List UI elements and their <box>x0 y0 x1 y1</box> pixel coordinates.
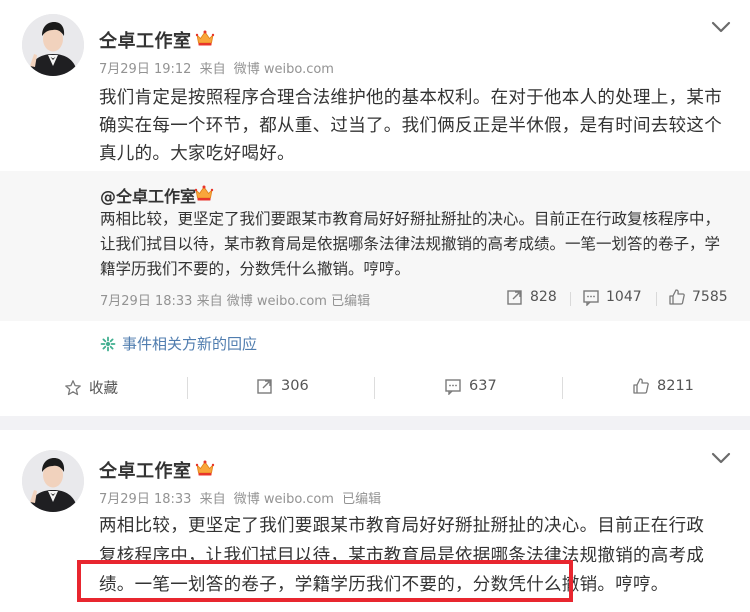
post-time[interactable]: 7月29日 19:12 <box>99 62 191 77</box>
post-meta: 7月29日 19:12 来自 微博 weibo.com <box>99 58 338 77</box>
vip-crown-icon <box>194 28 216 48</box>
post-source: 微博 weibo.com <box>233 492 334 507</box>
post-text: 我们肯定是按照程序合理合法维护他的基本权利。在对于他本人的处理上，某市确实在每一… <box>99 88 722 164</box>
weibo-post-1: 仝卓工作室 7月29日 19:12 来自 微博 weibo.com 我们肯定是按… <box>0 0 750 416</box>
comment-button[interactable]: 637 <box>444 377 497 395</box>
quoted-text: 两相比较，更坚定了我们要跟某市教育局好好掰扯掰扯的决心。目前正在行政复核程序中，… <box>100 210 721 278</box>
quoted-comment-button[interactable]: 1047 <box>582 288 642 306</box>
divider <box>562 377 563 399</box>
event-link-label: 事件相关方新的回应 <box>122 335 258 353</box>
post-time[interactable]: 7月29日 18:33 <box>99 492 191 507</box>
quoted-source: 微博 weibo.com <box>226 294 327 309</box>
quoted-repost-button[interactable]: 828 <box>506 288 557 306</box>
repost-icon <box>507 290 522 305</box>
quoted-post[interactable]: @仝卓工作室 两相比较，更坚定了我们要跟某市教育局好好掰扯掰扯的决心。目前正在行… <box>0 171 750 321</box>
divider <box>374 377 375 399</box>
post-source: 微博 weibo.com <box>233 62 334 77</box>
comment-count: 637 <box>469 378 497 394</box>
favorite-label: 收藏 <box>89 381 118 397</box>
edited-label: 已编辑 <box>331 294 371 309</box>
avatar[interactable] <box>22 14 84 76</box>
author-name[interactable]: 仝卓工作室 <box>99 27 192 53</box>
feed-divider <box>0 416 750 430</box>
quoted-meta: 7月29日 18:33 来自 微博 weibo.com 已编辑 <box>100 290 370 309</box>
avatar[interactable] <box>22 450 84 512</box>
quoted-like-button[interactable]: 7585 <box>668 288 728 306</box>
event-link[interactable]: 事件相关方新的回应 <box>100 333 257 354</box>
repost-button[interactable]: 306 <box>256 377 309 395</box>
divider <box>570 292 571 306</box>
quoted-time[interactable]: 7月29日 18:33 <box>100 294 192 309</box>
quoted-comment-count: 1047 <box>606 289 642 305</box>
source-prefix: 来自 <box>196 294 223 309</box>
edited-label: 已编辑 <box>342 492 382 507</box>
source-prefix: 来自 <box>199 62 226 77</box>
vip-crown-icon <box>193 183 215 203</box>
chevron-down-icon[interactable] <box>710 450 732 464</box>
repost-icon <box>257 379 272 394</box>
divider <box>187 377 188 399</box>
thumbs-up-icon <box>669 289 685 305</box>
comment-icon <box>583 290 599 306</box>
divider <box>656 292 657 306</box>
favorite-button[interactable]: 收藏 <box>64 377 118 398</box>
quoted-repost-count: 828 <box>530 289 557 305</box>
repost-count: 306 <box>281 378 309 394</box>
like-button[interactable]: 8211 <box>632 377 694 395</box>
highlight-box <box>77 560 573 602</box>
action-bar: 收藏 306 637 8211 <box>0 365 750 409</box>
author-name[interactable]: 仝卓工作室 <box>99 457 192 483</box>
comment-icon <box>445 379 461 395</box>
quoted-author[interactable]: @仝卓工作室 <box>100 183 196 207</box>
like-count: 8211 <box>657 378 694 394</box>
source-prefix: 来自 <box>199 492 226 507</box>
star-icon <box>65 379 81 395</box>
chevron-down-icon[interactable] <box>710 19 732 33</box>
post-meta: 7月29日 18:33 来自 微博 weibo.com 已编辑 <box>99 488 385 507</box>
event-icon <box>100 336 116 351</box>
quoted-like-count: 7585 <box>692 289 728 305</box>
vip-crown-icon <box>194 458 216 478</box>
thumbs-up-icon <box>633 378 649 394</box>
